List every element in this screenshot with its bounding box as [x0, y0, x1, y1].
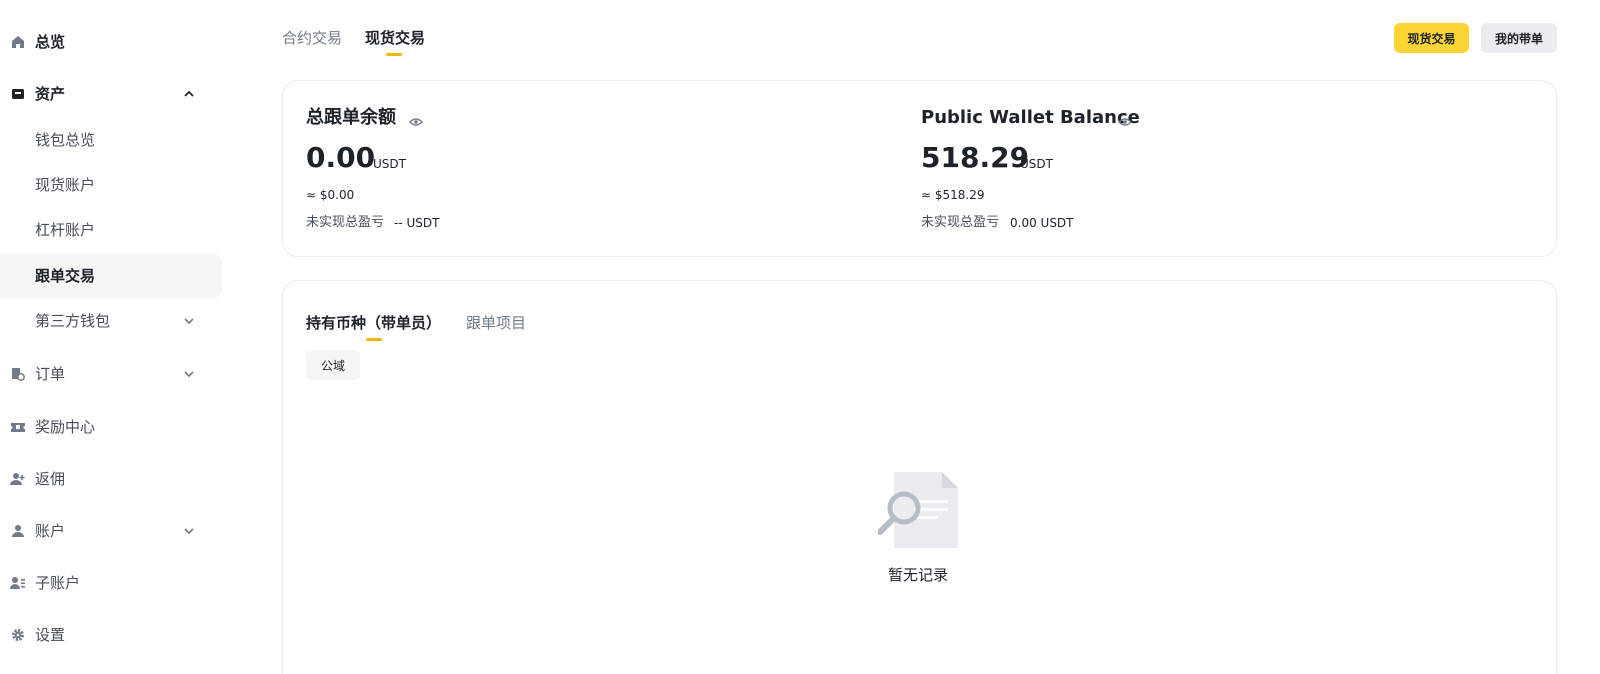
sidebar-item-third-party-wallet[interactable]: 第三方钱包: [0, 298, 222, 344]
sidebar-item-label: 订单: [35, 365, 66, 383]
sidebar-item-account[interactable]: 账户: [0, 508, 222, 554]
public-balance-title: Public Wallet Balance: [921, 107, 1140, 128]
sidebar-item-label: 杠杆账户: [35, 221, 96, 239]
sidebar-item-margin-account[interactable]: 杠杆账户: [0, 207, 222, 253]
gear-icon: [10, 627, 26, 643]
sidebar-item-referral[interactable]: 返佣: [0, 456, 222, 502]
chevron-up-icon: [181, 86, 197, 102]
sidebar: 总览 资产 钱包总览 现货账户 杠杆账户 跟单交易 第三方钱包 订单 奖励中心 …: [0, 0, 222, 674]
public-balance-approx: ≈ $518.29: [921, 188, 985, 202]
chevron-down-icon: [181, 313, 197, 329]
public-balance-amount: 518.29: [921, 141, 1030, 174]
my-lead-button[interactable]: 我的带单: [1481, 23, 1557, 53]
sidebar-item-label: 第三方钱包: [35, 312, 111, 330]
spot-trading-button[interactable]: 现货交易: [1394, 23, 1469, 53]
sidebar-item-overview[interactable]: 总览: [0, 19, 222, 65]
sidebar-item-spot-account[interactable]: 现货账户: [0, 162, 222, 208]
home-icon: [10, 34, 26, 50]
copy-pnl-label: 未实现总盈亏: [306, 215, 385, 230]
sidebar-item-wallet-overview[interactable]: 钱包总览: [0, 117, 222, 163]
sidebar-item-orders[interactable]: 订单: [0, 351, 222, 397]
sidebar-item-label: 子账户: [35, 574, 81, 592]
sidebar-item-label: 账户: [35, 522, 66, 540]
sub-account-icon: [10, 575, 26, 591]
sidebar-item-assets[interactable]: 资产: [0, 71, 222, 117]
sidebar-item-copy-trading[interactable]: 跟单交易: [0, 253, 222, 299]
user-plus-icon: [10, 471, 26, 487]
empty-search-icon: [877, 470, 958, 550]
empty-state-text: 暂无记录: [887, 566, 948, 584]
tab-spot[interactable]: 现货交易: [365, 28, 425, 48]
ticket-icon: [10, 419, 26, 435]
chevron-down-icon: [181, 523, 197, 539]
user-icon: [10, 523, 26, 539]
sidebar-item-rewards[interactable]: 奖励中心: [0, 404, 222, 450]
copy-balance-title: 总跟单余额: [306, 107, 396, 128]
public-balance-unit: USDT: [1020, 157, 1053, 171]
chevron-down-icon: [181, 366, 197, 382]
sidebar-item-label: 跟单交易: [35, 267, 96, 285]
public-pnl-label: 未实现总盈亏: [921, 215, 1000, 230]
wallet-icon: [10, 86, 26, 102]
balance-card: [282, 80, 1557, 257]
sidebar-item-label: 设置: [35, 626, 66, 644]
sidebar-item-label: 总览: [35, 33, 66, 51]
sidebar-item-label: 返佣: [35, 470, 66, 488]
copy-balance-amount: 0.00: [306, 141, 376, 174]
sidebar-item-label: 现货账户: [35, 176, 96, 194]
sidebar-item-label: 钱包总览: [35, 131, 96, 149]
public-pnl-value: 0.00 USDT: [1010, 216, 1074, 230]
sidebar-item-label: 奖励中心: [35, 418, 96, 436]
eye-icon[interactable]: [409, 114, 423, 128]
tab-active-indicator: [366, 338, 382, 341]
copy-balance-approx: ≈ $0.00: [306, 188, 355, 202]
orders-icon: [10, 366, 26, 382]
tab-copy-projects[interactable]: 跟单项目: [466, 313, 526, 333]
tab-holdings-lead[interactable]: 持有币种（带单员）: [306, 313, 441, 333]
tab-futures[interactable]: 合约交易: [282, 28, 342, 48]
sidebar-item-settings[interactable]: 设置: [0, 612, 222, 658]
eye-icon[interactable]: [1118, 114, 1132, 128]
sidebar-item-sub-account[interactable]: 子账户: [0, 560, 222, 606]
tab-active-indicator: [386, 53, 402, 56]
sidebar-item-label: 资产: [35, 85, 66, 103]
public-filter-chip[interactable]: 公域: [306, 350, 360, 380]
copy-pnl-value: -- USDT: [394, 216, 440, 230]
copy-balance-unit: USDT: [373, 157, 406, 171]
